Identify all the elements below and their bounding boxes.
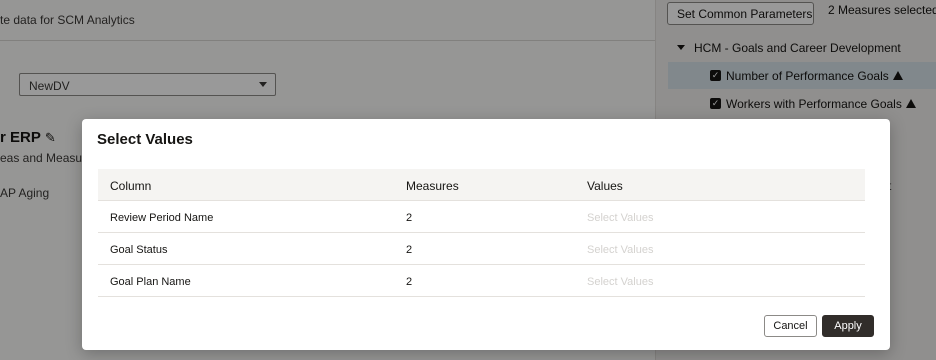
select-values-input[interactable]: Select Values <box>587 244 653 256</box>
dialog-title: Select Values <box>97 131 193 148</box>
table-row: Review Period Name 2 Select Values <box>98 201 865 233</box>
select-values-input[interactable]: Select Values <box>587 276 653 288</box>
cell-column-name: Goal Status <box>110 244 168 256</box>
table-row: Goal Status 2 Select Values <box>98 233 865 265</box>
cell-measures-count: 2 <box>406 276 413 288</box>
column-header-values: Values <box>587 179 623 193</box>
select-values-dialog: Select Values Column Measures Values Rev… <box>82 119 890 350</box>
select-values-input[interactable]: Select Values <box>587 212 653 224</box>
cell-measures-count: 2 <box>406 244 413 256</box>
values-table: Column Measures Values Review Period Nam… <box>98 169 865 297</box>
cell-measures-count: 2 <box>406 212 413 224</box>
cell-column-name: Review Period Name <box>110 212 214 224</box>
column-header-column: Column <box>110 179 152 193</box>
table-row: Goal Plan Name 2 Select Values <box>98 265 865 297</box>
apply-button[interactable]: Apply <box>822 315 874 337</box>
table-header: Column Measures Values <box>98 169 865 201</box>
cell-column-name: Goal Plan Name <box>110 276 191 288</box>
cancel-button[interactable]: Cancel <box>764 315 817 337</box>
column-header-measures: Measures <box>406 179 459 193</box>
